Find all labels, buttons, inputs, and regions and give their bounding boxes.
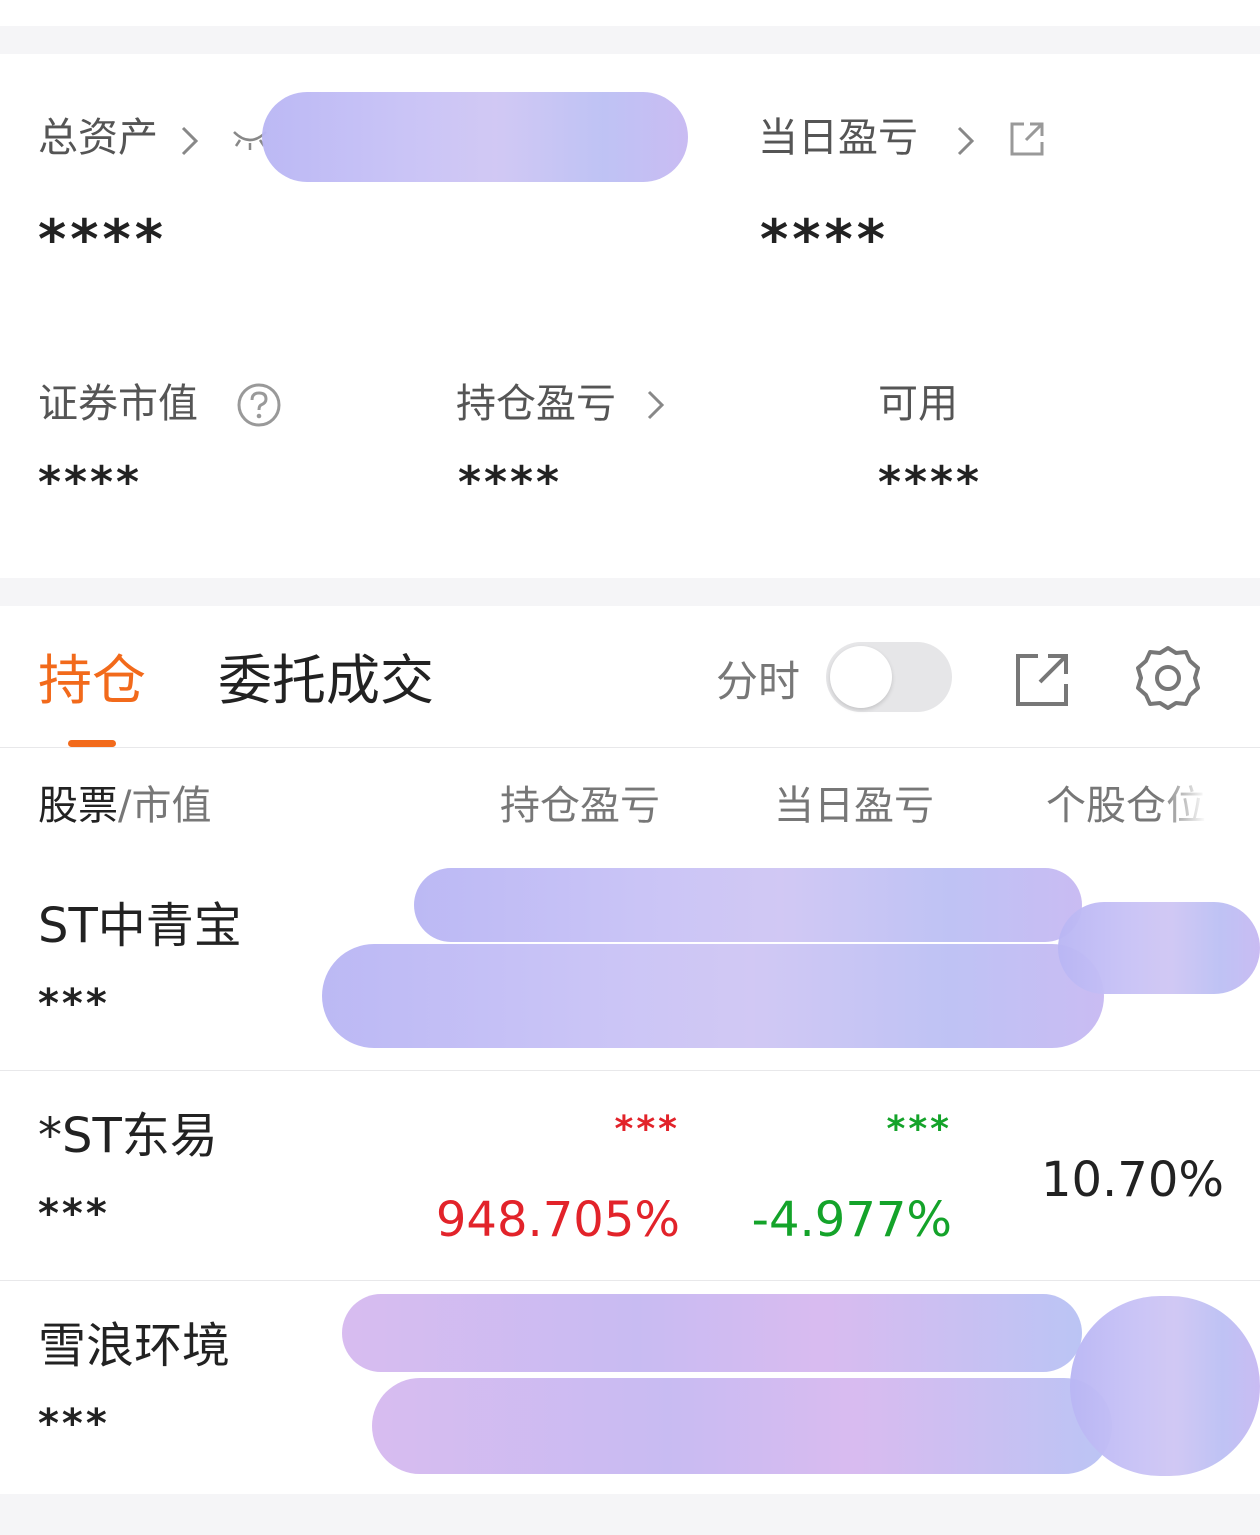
col-header-stock: 股票/市值 xyxy=(38,778,211,834)
tabs-divider xyxy=(0,747,1260,748)
position-pnl-amount: *** xyxy=(614,1109,680,1150)
market-value-value: **** xyxy=(38,457,143,508)
col-header-weight[interactable]: 个股仓位 xyxy=(1046,778,1206,834)
gear-icon[interactable] xyxy=(1134,644,1202,712)
total-assets-label[interactable]: 总资产 xyxy=(38,114,158,162)
daily-pnl-label[interactable]: 当日盈亏 xyxy=(758,114,918,162)
help-circle-icon[interactable] xyxy=(236,382,282,428)
col-header-stock-sub: 市值 xyxy=(131,783,212,829)
stock-name[interactable]: *ST东易 xyxy=(38,1106,218,1166)
daily-pnl-value: **** xyxy=(760,208,889,271)
daily-pnl-label-text: 当日盈亏 xyxy=(758,115,918,161)
stock-market-value: *** xyxy=(38,1401,110,1447)
tab-positions[interactable]: 持仓 xyxy=(38,646,146,716)
col-header-separator: / xyxy=(118,783,132,829)
row-divider xyxy=(0,1280,1260,1281)
position-weight: 10.70% xyxy=(1040,1152,1224,1208)
chevron-right-icon[interactable] xyxy=(644,388,668,422)
toggle-knob xyxy=(830,646,892,708)
col-header-position-pnl[interactable]: 持仓盈亏 xyxy=(500,778,660,834)
row-divider xyxy=(0,1070,1260,1071)
privacy-scribble xyxy=(372,1378,1112,1474)
share-icon[interactable] xyxy=(1012,650,1072,710)
fenshi-toggle-label: 分时 xyxy=(716,657,801,706)
stock-market-value: *** xyxy=(38,1191,110,1237)
holdings-section: 持仓 委托成交 分时 股票/市值 持仓盈亏 当日盈亏 个股仓位 ST中青宝 **… xyxy=(0,606,1260,1494)
privacy-scribble xyxy=(1070,1296,1260,1476)
available-label-text: 可用 xyxy=(878,381,958,427)
stock-market-value: *** xyxy=(38,981,110,1027)
total-assets-value: **** xyxy=(38,208,167,271)
top-strip xyxy=(0,0,1260,26)
privacy-scribble xyxy=(1058,902,1260,994)
daily-pnl-percent: -4.977% xyxy=(751,1192,952,1248)
market-value-label: 证券市值 xyxy=(38,380,198,428)
asset-summary-card: 总资产 **** 当日盈亏 **** 证券市值 **** 持仓盈亏 **** 可… xyxy=(0,54,1260,578)
daily-pnl-amount: *** xyxy=(886,1109,952,1150)
stock-name[interactable]: 雪浪环境 xyxy=(38,1316,230,1376)
position-pnl-label-text: 持仓盈亏 xyxy=(456,381,616,427)
total-assets-label-text: 总资产 xyxy=(38,115,158,161)
fenshi-toggle[interactable] xyxy=(826,642,952,712)
available-label: 可用 xyxy=(878,380,958,428)
active-tab-indicator xyxy=(68,740,116,747)
privacy-scribble xyxy=(414,868,1082,942)
col-header-stock-main: 股票 xyxy=(38,783,118,829)
privacy-scribble xyxy=(322,944,1104,1048)
external-link-icon[interactable] xyxy=(1006,118,1048,160)
available-value: **** xyxy=(878,457,983,508)
tab-orders[interactable]: 委托成交 xyxy=(218,646,434,716)
chevron-right-icon[interactable] xyxy=(954,124,978,158)
stock-name[interactable]: ST中青宝 xyxy=(38,896,242,956)
col-header-daily-pnl[interactable]: 当日盈亏 xyxy=(774,778,934,834)
privacy-scribble xyxy=(342,1294,1082,1372)
position-pnl-label[interactable]: 持仓盈亏 xyxy=(456,380,616,428)
privacy-scribble xyxy=(262,92,688,182)
position-pnl-percent: 948.705% xyxy=(435,1192,680,1248)
position-pnl-value: **** xyxy=(458,457,563,508)
market-value-label-text: 证券市值 xyxy=(38,381,198,427)
chevron-right-icon[interactable] xyxy=(178,124,202,158)
